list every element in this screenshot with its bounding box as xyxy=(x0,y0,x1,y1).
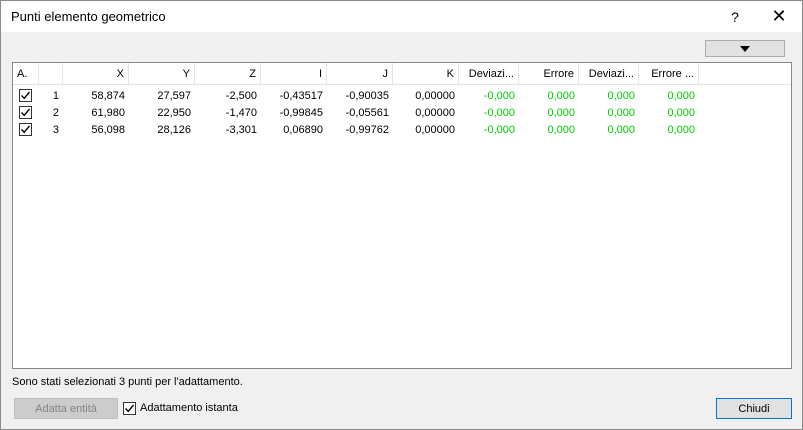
instant-fit-checkbox[interactable]: Adattamento istanta xyxy=(123,400,238,416)
cell-i: -0,43517 xyxy=(279,90,323,102)
checkmark-icon xyxy=(20,125,31,134)
column-header-error-2[interactable]: Errore ... xyxy=(639,63,699,85)
cell-deviation-1: -0,000 xyxy=(483,107,515,119)
help-button[interactable]: ? xyxy=(717,1,753,32)
instant-fit-checkbox-box[interactable] xyxy=(123,401,136,415)
column-header-error-1[interactable]: Errore xyxy=(519,63,579,85)
column-header-index[interactable] xyxy=(39,63,63,85)
cell-deviation-2: 0,000 xyxy=(607,124,635,136)
column-header-k[interactable]: K xyxy=(393,63,459,85)
column-header-deviation-2[interactable]: Deviazi... xyxy=(579,63,639,85)
cell-error-2: 0,000 xyxy=(667,107,695,119)
cell-x: 61,980 xyxy=(91,107,125,119)
cell-j: -0,05561 xyxy=(345,107,389,119)
table-row[interactable]: 3 56,098 28,126 -3,301 0,06890 -0,99762 … xyxy=(13,122,791,139)
row-index: 2 xyxy=(52,107,59,119)
checkmark-icon xyxy=(124,404,135,412)
cell-k: 0,00000 xyxy=(415,90,455,102)
cell-error-1: 0,000 xyxy=(547,124,575,136)
cell-z: -3,301 xyxy=(225,124,257,136)
cell-y: 27,597 xyxy=(157,90,191,102)
cell-i: -0,99845 xyxy=(279,107,323,119)
column-header-z[interactable]: Z xyxy=(195,63,261,85)
cell-k: 0,00000 xyxy=(415,107,455,119)
row-active-checkbox[interactable] xyxy=(19,89,32,102)
column-header-i[interactable]: I xyxy=(261,63,327,85)
cell-z: -2,500 xyxy=(225,90,257,102)
cell-y: 28,126 xyxy=(157,124,191,136)
table-row[interactable]: 1 58,874 27,597 -2,500 -0,43517 -0,90035… xyxy=(13,88,791,105)
fit-entity-button[interactable]: Adatta entità xyxy=(14,398,118,419)
status-text: Sono stati selezionati 3 punti per l'ada… xyxy=(12,376,243,388)
cell-error-2: 0,000 xyxy=(667,124,695,136)
cell-x: 56,098 xyxy=(91,124,125,136)
cell-i: 0,06890 xyxy=(283,124,323,136)
close-icon[interactable]: ✕ xyxy=(761,1,797,32)
row-active-checkbox[interactable] xyxy=(19,123,32,136)
cell-deviation-2: 0,000 xyxy=(607,107,635,119)
triangle-down-icon xyxy=(740,45,750,52)
cell-j: -0,99762 xyxy=(345,124,389,136)
cell-z: -1,470 xyxy=(225,107,257,119)
row-active-checkbox[interactable] xyxy=(19,106,32,119)
row-index: 3 xyxy=(52,124,59,136)
title-bar: Punti elemento geometrico ? ✕ xyxy=(1,1,802,32)
cell-deviation-1: -0,000 xyxy=(483,124,515,136)
dialog-window: Punti elemento geometrico ? ✕ A. X Y Z I… xyxy=(0,0,803,430)
cell-error-2: 0,000 xyxy=(667,90,695,102)
cell-deviation-1: -0,000 xyxy=(483,90,515,102)
instant-fit-label: Adattamento istanta xyxy=(140,402,238,414)
checkmark-icon xyxy=(20,108,31,117)
table-header: A. X Y Z I J K Deviazi... Errore Deviazi… xyxy=(13,63,791,85)
cell-j: -0,90035 xyxy=(345,90,389,102)
cell-y: 22,950 xyxy=(157,107,191,119)
points-table[interactable]: A. X Y Z I J K Deviazi... Errore Deviazi… xyxy=(12,62,792,369)
column-header-active[interactable]: A. xyxy=(13,63,39,85)
cell-x: 58,874 xyxy=(91,90,125,102)
checkmark-icon xyxy=(20,91,31,100)
dialog-title: Punti elemento geometrico xyxy=(11,9,166,24)
table-row[interactable]: 2 61,980 22,950 -1,470 -0,99845 -0,05561… xyxy=(13,105,791,122)
row-index: 1 xyxy=(52,90,59,102)
cell-error-1: 0,000 xyxy=(547,107,575,119)
column-header-y[interactable]: Y xyxy=(129,63,195,85)
column-header-j[interactable]: J xyxy=(327,63,393,85)
column-header-x[interactable]: X xyxy=(63,63,129,85)
cell-deviation-2: 0,000 xyxy=(607,90,635,102)
cell-error-1: 0,000 xyxy=(547,90,575,102)
cell-k: 0,00000 xyxy=(415,124,455,136)
close-button[interactable]: Chiudi xyxy=(716,398,792,419)
column-header-deviation-1[interactable]: Deviazi... xyxy=(459,63,519,85)
options-dropdown-button[interactable] xyxy=(705,40,785,57)
